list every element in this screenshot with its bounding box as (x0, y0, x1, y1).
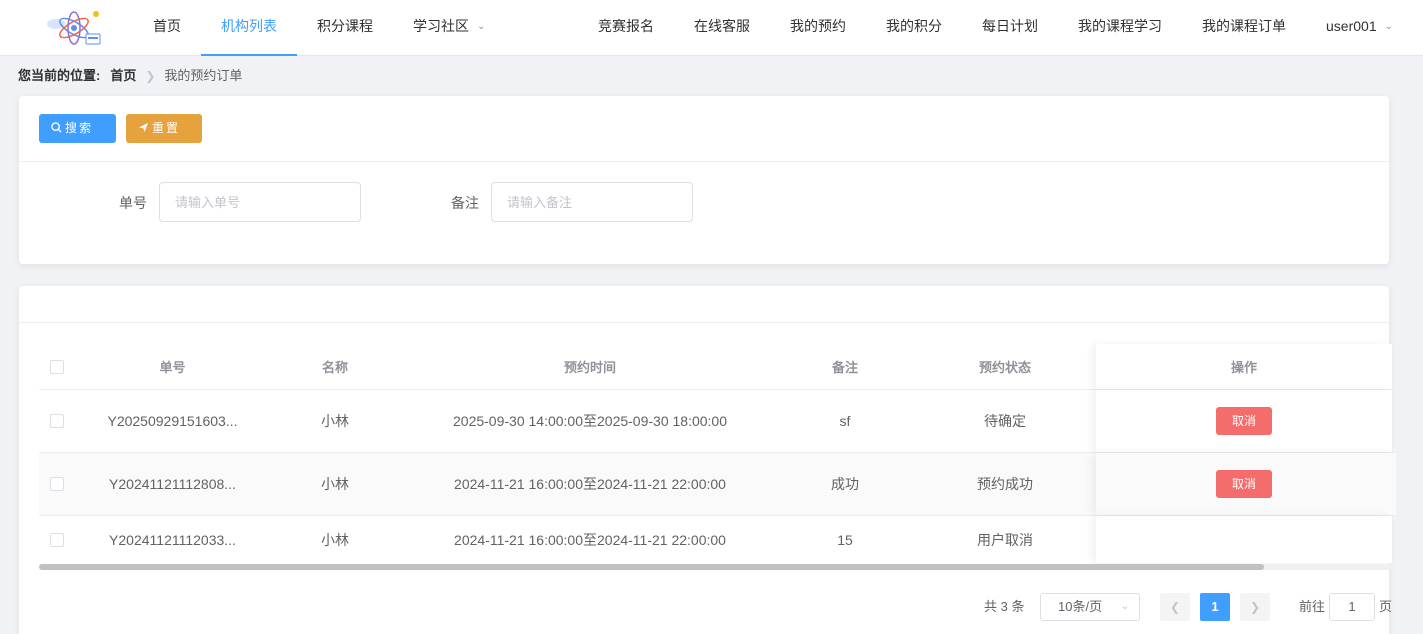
nav-item-my-course-orders[interactable]: 我的课程订单 (1182, 0, 1306, 56)
nav-item-my-course-study[interactable]: 我的课程学习 (1058, 0, 1182, 56)
chevron-left-icon: ❮ (1169, 600, 1181, 614)
nav-item-label: 学习社区 (413, 18, 469, 34)
cell-remark: sf (839, 413, 851, 429)
search-button-label: 搜索 (65, 121, 94, 135)
remark-label: 备注 (451, 195, 479, 211)
cell-operation: 取消 (1096, 453, 1392, 515)
nav-item-my-points[interactable]: 我的积分 (866, 0, 962, 56)
breadcrumb-home[interactable]: 首页 (110, 66, 136, 86)
scrollbar-thumb[interactable] (39, 564, 1264, 570)
table-panel: 单号 名称 预约时间 备注 预约状态 操作 Y20250929151603...… (19, 286, 1396, 634)
nav-item-label: 我的积分 (886, 18, 943, 34)
reset-button[interactable]: 重置 (126, 114, 202, 143)
username: user001 (1326, 18, 1377, 34)
cell-name: 小林 (321, 413, 349, 429)
top-navbar: 首页 机构列表 积分课程 学习社区 ⌄ 竞赛报名 在线客服 我的预约 我的积分 每… (0, 0, 1423, 56)
pagination-total: 共 3 条 (984, 599, 1025, 614)
row-checkbox[interactable] (39, 477, 75, 491)
next-page-button[interactable]: ❯ (1240, 593, 1270, 621)
cell-operation: 取消 (1096, 390, 1392, 452)
cell-order-no: Y20241121112033... (109, 531, 236, 548)
cell-order-no: Y20250929151603... (107, 413, 238, 429)
table-row: Y20250929151603... 小林 2025-09-30 14:00:0… (39, 390, 1396, 453)
goto-unit: 页 (1379, 599, 1393, 614)
cell-status: 待确定 (984, 413, 1026, 429)
page-size-value: 10条/页 (1058, 599, 1103, 614)
nav-item-label: 积分课程 (317, 18, 373, 34)
nav-item-home[interactable]: 首页 (133, 0, 201, 56)
search-button[interactable]: 搜索 (39, 114, 116, 143)
cancel-button[interactable]: 取消 (1216, 470, 1272, 498)
nav-item-label: 竞赛报名 (598, 18, 655, 34)
column-header-status: 预约状态 (978, 360, 1031, 375)
nav-item-label: 我的预约 (790, 18, 847, 34)
table-toolbar (19, 286, 1389, 323)
chevron-down-icon: ⌄ (1384, 21, 1393, 33)
search-panel: 搜索 重置 单号 备注 (19, 96, 1389, 264)
goto-page-input[interactable]: 1 (1329, 593, 1375, 621)
nav-item-label: 每日计划 (982, 18, 1039, 34)
order-no-input[interactable] (159, 182, 361, 222)
cell-remark: 15 (837, 531, 853, 548)
column-header-remark: 备注 (831, 360, 858, 375)
row-checkbox[interactable] (39, 414, 75, 428)
nav-item-my-reservations[interactable]: 我的预约 (770, 0, 866, 56)
cell-operation (1096, 516, 1392, 563)
chevron-right-icon: ❯ (145, 69, 156, 83)
prev-page-button[interactable]: ❮ (1160, 593, 1190, 621)
logo[interactable] (44, 6, 106, 50)
cell-time: 2024-11-21 16:00:00至2024-11-21 22:00:00 (454, 476, 726, 492)
reset-button-label: 重置 (152, 121, 181, 135)
goto-label: 前往 (1299, 599, 1326, 614)
cell-status: 预约成功 (977, 476, 1033, 492)
order-no-label: 单号 (119, 195, 147, 211)
nav-item-label: 我的课程学习 (1078, 18, 1163, 34)
nav-item-community[interactable]: 学习社区 ⌄ (393, 0, 505, 56)
nav-item-institutions[interactable]: 机构列表 (201, 0, 297, 56)
cell-status: 用户取消 (977, 531, 1033, 548)
horizontal-scrollbar[interactable] (39, 564, 1396, 570)
search-icon (51, 122, 62, 133)
cell-time: 2024-11-21 16:00:00至2024-11-21 22:00:00 (454, 531, 726, 548)
chevron-right-icon: ❯ (1249, 600, 1261, 614)
cell-order-no: Y20241121112808... (109, 476, 236, 492)
nav-item-label: 首页 (153, 18, 181, 34)
breadcrumb-label: 您当前的位置: (18, 68, 101, 83)
nav-item-label: 我的课程订单 (1202, 18, 1287, 34)
cell-remark: 成功 (831, 476, 859, 492)
nav-item-online-service[interactable]: 在线客服 (674, 0, 770, 56)
row-checkbox[interactable] (39, 532, 75, 547)
cell-name: 小林 (321, 476, 349, 492)
column-header-order-no: 单号 (159, 360, 186, 375)
nav-item-daily-plan[interactable]: 每日计划 (962, 0, 1058, 56)
search-toolbar: 搜索 重置 (19, 96, 1389, 162)
table-row: Y20241121112033... 小林 2024-11-21 16:00:0… (39, 516, 1396, 563)
cell-time: 2025-09-30 14:00:00至2025-09-30 18:00:00 (453, 413, 727, 429)
breadcrumb-current: 我的预约订单 (164, 68, 243, 83)
page-size-select[interactable]: 10条/页 ⌄ (1040, 593, 1140, 621)
remark-input[interactable] (491, 182, 693, 222)
send-icon (138, 123, 149, 133)
chevron-down-icon: ⌄ (1120, 601, 1129, 612)
reservation-table: 单号 名称 预约时间 备注 预约状态 操作 Y20250929151603...… (39, 344, 1396, 563)
nav-item-points-course[interactable]: 积分课程 (297, 0, 393, 56)
page-number[interactable]: 1 (1200, 593, 1230, 621)
table-row: Y20241121112808... 小林 2024-11-21 16:00:0… (39, 453, 1396, 516)
nav-item-competition[interactable]: 竞赛报名 (578, 0, 674, 56)
nav-item-label: 机构列表 (221, 18, 277, 34)
cell-name: 小林 (321, 531, 349, 548)
cancel-button[interactable]: 取消 (1216, 407, 1272, 435)
breadcrumb: 您当前的位置: 首页 ❯ 我的预约订单 (18, 66, 242, 86)
table-header: 单号 名称 预约时间 备注 预约状态 操作 (39, 344, 1396, 390)
nav-item-label: 在线客服 (694, 18, 751, 34)
user-menu[interactable]: user001 ⌄ (1306, 0, 1413, 56)
column-header-operation: 操作 (1096, 344, 1392, 389)
column-header-name: 名称 (321, 360, 348, 375)
chevron-down-icon: ⌄ (477, 21, 486, 33)
column-header-time: 预约时间 (563, 360, 616, 375)
select-all-checkbox[interactable] (39, 359, 75, 374)
